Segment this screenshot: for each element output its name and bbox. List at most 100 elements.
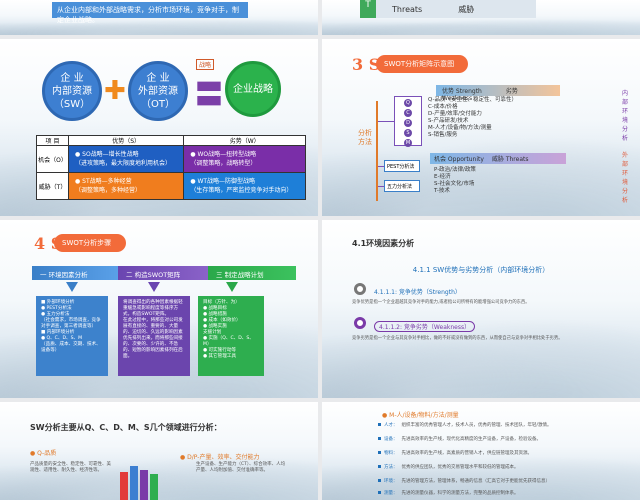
strength-code: 4.1.1.1: 竞争优势 bbox=[374, 289, 423, 296]
equals-icon: 〓 bbox=[195, 78, 224, 111]
decor-column bbox=[120, 472, 128, 500]
circle-line: 内部资源 bbox=[52, 85, 92, 97]
external-resources-circle: 企 业 外部资源 （OT） bbox=[128, 61, 188, 121]
strength-weakness-header: 优势 Strength 劣势 Weakness bbox=[436, 85, 560, 102]
slide-subtitle: 4.1.1 SW优势与劣势分析（内部环境分析） bbox=[412, 266, 550, 274]
bullet-icon bbox=[378, 465, 381, 468]
bullet-icon bbox=[378, 491, 381, 494]
weakness-code: 4.1.1.2: 竞争劣势 bbox=[379, 324, 428, 331]
table-header: 项 目 bbox=[36, 135, 69, 146]
box-line: （社会需求，市场调查，竞争对手调查，第三者调查等） bbox=[41, 318, 101, 329]
row-key: 方法： bbox=[384, 465, 398, 470]
m-heading-text: M-人/设备/物料/方法/测量 bbox=[389, 412, 459, 419]
header-strength: 优势 Strength bbox=[442, 88, 482, 95]
row-label-threat: 威胁（T） bbox=[36, 172, 69, 200]
st-strategy-cell: ● ST战略—多种经营 （调整策略，多种经营） bbox=[67, 172, 185, 200]
strength-label: 4.1.1.1: 竞争优势（Strength） bbox=[374, 287, 461, 296]
gear-icon bbox=[354, 317, 366, 329]
slide-thumbnail-1[interactable]: 从企业内部和外部战略需求，分析市场环境，竞争对手，制定企业战略。 bbox=[0, 0, 318, 35]
bullet-icon bbox=[378, 479, 381, 482]
circle-line: 外部资源 bbox=[138, 85, 178, 97]
snow-background bbox=[322, 136, 640, 216]
row-text: 先进高效率的生产线，现代化高精度的生产设备，产设备，检验设备。 bbox=[401, 437, 542, 442]
letter-badge: M bbox=[404, 139, 412, 147]
slide-thumbnail-3[interactable]: 企 业 内部资源 （SW） ✚ 企 业 外部资源 （OT） 战略 〓 企业战略 … bbox=[0, 39, 318, 216]
box-line: ● 其它管理工具 bbox=[203, 354, 237, 359]
list-item: Q-品质（安全性、稳定性、可靠性） bbox=[428, 97, 517, 103]
slide-thumbnail-7[interactable]: SW分析主要从Q、C、D、M、S几个领域进行分析： ● Q-品质 产品质量的安全… bbox=[0, 402, 318, 500]
quality-heading: ● Q-品质 bbox=[30, 448, 56, 457]
list-item: E-经济 bbox=[434, 174, 451, 180]
header-opportunity: 机会 Opportunity bbox=[434, 156, 484, 163]
intro-text-bar: 从企业内部和外部战略需求，分析市场环境，竞争对手，制定企业战略。 bbox=[52, 2, 248, 24]
cell-line: ● SO战略—增长性战略 bbox=[75, 151, 139, 158]
list-item: S-销售/服务 bbox=[428, 132, 458, 138]
slide-title: 4.1环境因素分析 bbox=[352, 239, 415, 248]
row-text: 先进的测量仪器，科学的测量方法，完整的品质控制体系。 bbox=[401, 491, 519, 496]
analysis-method-label: 分析方法 bbox=[358, 129, 372, 146]
enterprise-strategy-circle: 企业战略 bbox=[225, 61, 281, 117]
bullet-icon bbox=[378, 451, 381, 454]
gear-icon bbox=[354, 283, 366, 295]
list-item: 测量： 先进的测量仪器，科学的测量方法，完整的品质控制体系。 bbox=[378, 490, 628, 496]
row-key: 物料： bbox=[384, 451, 398, 456]
slide-thumbnail-6[interactable]: 4.1环境因素分析 4.1.1 SW优势与劣势分析（内部环境分析） 4.1.1.… bbox=[322, 220, 640, 398]
pest-method-box: PEST分析法 bbox=[384, 160, 420, 172]
bullet-icon bbox=[378, 437, 381, 440]
m-heading: ● M-人/设备/物料/方法/测量 bbox=[382, 410, 459, 419]
strength-en: （Strength） bbox=[422, 289, 461, 296]
slide-thumbnail-5[interactable]: 4 St SWOT分析步骤 一 环境因素分析 二 构造SWOT矩阵 三 制定战略… bbox=[0, 220, 318, 398]
list-item: 物料： 先进高效率的生产线，高素质的营销人才，供应链管理及其资源。 bbox=[378, 450, 628, 456]
weakness-description: 竞争劣势是指一个企业与其竞争对手相比，做的不好或没有做到的东西，从而使自己与竞争… bbox=[352, 336, 563, 341]
letter-badge: C bbox=[404, 109, 412, 117]
slide-thumbnail-4[interactable]: 3 St SWOT分析矩阵示意图 分析方法 优势 Strength 劣势 Weak… bbox=[322, 39, 640, 216]
internal-env-label: 内部环境分析 bbox=[622, 90, 629, 142]
list-item: P-政治/法律/政策 bbox=[434, 167, 476, 173]
header-threats: 威胁 Threats bbox=[491, 156, 529, 163]
quality-title: Q-品质 bbox=[37, 450, 57, 457]
row-text: 优秀的供应团队，优秀的交易管理水平和较低的管理成本。 bbox=[401, 465, 519, 470]
slide-thumbnail-8[interactable]: ● M-人/设备/物料/方法/测量 人才： 组织丰富的优秀管理人才，技术人员，优秀… bbox=[322, 402, 640, 500]
weakness-label: 4.1.1.2: 竞争劣势（Weakness） bbox=[374, 321, 476, 332]
env-analysis-box: ■ 外部环境分析 ● PEST分析法 ● 五力分析法 （社会需求，市场调查，竞争… bbox=[36, 296, 108, 376]
snow-background bbox=[0, 19, 318, 35]
threats-label-box: Threats 威胁 bbox=[376, 0, 536, 18]
section-title-cloud: SWOT分析步骤 bbox=[54, 234, 126, 252]
sw-factor-list: Q-品质（安全性、稳定性、可靠性） C-成本/价格 D-产量/效率/交付能力 S… bbox=[428, 97, 517, 139]
letter-badge: S bbox=[404, 129, 412, 137]
slide-thumbnail-2[interactable]: T Threats 威胁 bbox=[322, 0, 640, 35]
row-text: 先进的管理方法，管理体系，畅通的信息（汇高它对于更能优先获得信息） bbox=[401, 479, 551, 484]
list-item: S-产品研发/技术 bbox=[428, 118, 469, 124]
table-header: 劣势（W） bbox=[183, 135, 306, 146]
swot-matrix-box: 将调查得出的各种因素根据轻重缓急或影响程度等排序方式，构造SWOT矩阵。 在此过… bbox=[118, 296, 190, 376]
decor-column bbox=[140, 470, 148, 500]
five-forces-box: 五力分析法 bbox=[384, 180, 420, 192]
decor-column bbox=[130, 466, 138, 500]
down-arrow-icon bbox=[148, 282, 160, 292]
snow-background bbox=[322, 317, 640, 398]
box-line: 在此过程中，将那些对公司发展有直接的、重要的、大量的、迫切的、久远的影响因素优先… bbox=[123, 318, 183, 359]
list-item: 环境： 先进的管理方法，管理体系，畅通的信息（汇高它对于更能优先获得信息） bbox=[378, 478, 628, 484]
cell-line: ● WO战略—扭转型战略 bbox=[190, 151, 257, 158]
internal-resources-circle: 企 业 内部资源 （SW） bbox=[42, 61, 102, 121]
cell-line: ● ST战略—多种经营 bbox=[75, 178, 132, 185]
delivery-text: 生产设备、生产能力（CT）、综合效率、人均产量、人均附加值、交付准确率等。 bbox=[196, 462, 286, 473]
section-title-cloud: SWOT分析矩阵示意图 bbox=[376, 55, 468, 73]
wt-strategy-cell: ● WT战略—防御型战略 （生存策略，严密监控竞争对手动向） bbox=[183, 172, 306, 200]
list-item: 人才： 组织丰富的优秀管理人才，技术人员，优秀的管理、技术团队，年轻/激情。 bbox=[378, 422, 628, 428]
circle-line: 企 业 bbox=[60, 72, 84, 84]
delivery-title: D/P-产量、效率、交付能力 bbox=[187, 454, 260, 461]
external-env-label: 外部环境分析 bbox=[622, 152, 629, 204]
pest-factor-list: P-政治/法律/政策 E-经济 S-社会文化/市场 T-技术 bbox=[434, 167, 476, 195]
strategy-tag: 战略 bbox=[196, 59, 215, 70]
list-item: C-成本/价格 bbox=[428, 104, 458, 110]
box-line: （品质、成本、交期、技术、设备等） bbox=[41, 342, 101, 353]
quality-text: 产品质量的安全性、稳定性、可靠性、美观性、适用性、耐久性、经济性等。 bbox=[30, 462, 111, 473]
cell-line: （调整策略，战略转型） bbox=[190, 160, 257, 167]
wo-strategy-cell: ● WO战略—扭转型战略 （调整策略，战略转型） bbox=[183, 145, 306, 173]
list-item: D-产量/效率/交付能力 bbox=[428, 111, 482, 117]
threats-cn: 威胁 bbox=[458, 5, 475, 14]
step-three-banner: 三 制定战略计划 bbox=[208, 266, 296, 280]
strength-description: 竞争优势是指一个企业超越其竞争对手的能力,或者指公司所特有的能增强公司竞争力的东… bbox=[352, 300, 530, 305]
step-two-banner: 二 构造SWOT矩阵 bbox=[118, 266, 208, 280]
